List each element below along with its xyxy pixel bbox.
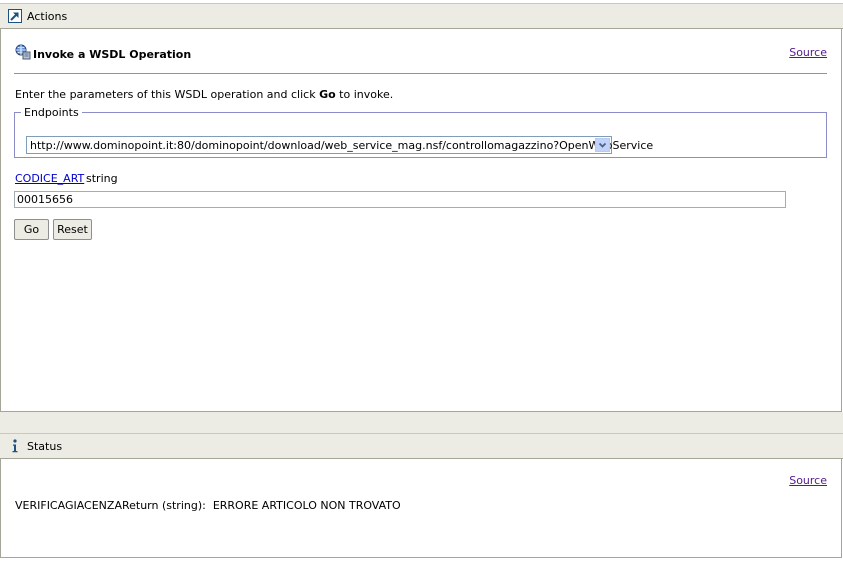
endpoints-legend: Endpoints (24, 106, 79, 119)
panel-gap (0, 412, 843, 433)
endpoints-fieldset: Endpoints http://www.dominopoint.it:80/d… (14, 106, 827, 158)
reset-button[interactable]: Reset (53, 219, 92, 240)
actions-panel-header: Actions (0, 3, 843, 29)
endpoint-select[interactable]: http://www.dominopoint.it:80/dominopoint… (26, 136, 653, 154)
endpoint-selected-value: http://www.dominopoint.it:80/dominopoint… (30, 139, 654, 152)
arrow-link-icon[interactable] (8, 9, 22, 23)
wsdl-operation-icon (15, 44, 31, 60)
instruction-text: Enter the parameters of this WSDL operat… (15, 88, 393, 101)
dropdown-arrow-icon[interactable] (595, 138, 610, 152)
operation-title: Invoke a WSDL Operation (33, 48, 192, 61)
instruction-go: Go (319, 88, 336, 101)
instruction-suffix: to invoke. (335, 88, 394, 101)
info-icon (12, 439, 18, 453)
actions-panel-body (0, 29, 842, 412)
go-button[interactable]: Go (14, 219, 49, 240)
instruction-prefix: Enter the parameters of this WSDL operat… (15, 88, 320, 101)
title-divider (14, 73, 827, 74)
source-link-status[interactable]: Source (789, 474, 827, 487)
actions-panel-title: Actions (27, 10, 68, 23)
status-result-text: VERIFICAGIACENZAReturn (string): ERRORE … (15, 499, 401, 512)
source-link-actions[interactable]: Source (789, 46, 827, 59)
param-name-link[interactable]: CODICE_ART (15, 172, 84, 185)
status-panel-title: Status (27, 440, 63, 453)
codice-art-input[interactable] (14, 191, 786, 208)
status-panel-header: Status (0, 433, 843, 459)
param-type-label: string (86, 172, 118, 185)
